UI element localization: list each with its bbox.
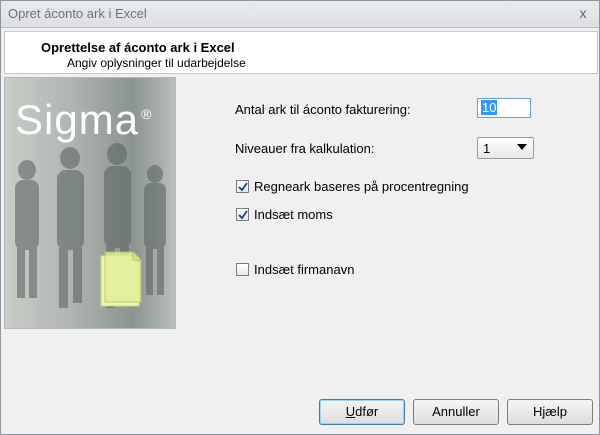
antal-ark-input[interactable]: 10	[477, 98, 531, 118]
header-panel: Oprettelse af áconto ark i Excel Angiv o…	[4, 31, 598, 74]
niveauer-dropdown[interactable]: 1	[477, 137, 534, 159]
checkmark-icon	[238, 182, 248, 192]
niveauer-value: 1	[483, 141, 491, 156]
finish-button[interactable]: Udfør	[319, 399, 405, 425]
sigma-logo: Sigma ®	[15, 96, 153, 143]
dialog-window: Opret áconto ark i Excel x Oprettelse af…	[0, 0, 600, 435]
header-title: Oprettelse af áconto ark i Excel	[41, 40, 235, 55]
help-button[interactable]: Hjælp	[507, 399, 593, 425]
firmanavn-checkbox[interactable]	[236, 263, 249, 276]
moms-checkbox[interactable]	[236, 208, 249, 221]
title-bar[interactable]: Opret áconto ark i Excel x	[1, 1, 599, 28]
sigma-side-image: Sigma ®	[4, 77, 176, 329]
cancel-button[interactable]: Annuller	[413, 399, 499, 425]
moms-label: Indsæt moms	[254, 207, 333, 222]
niveauer-label: Niveauer fra kalkulation:	[235, 141, 375, 156]
antal-ark-label: Antal ark til áconto fakturering:	[235, 102, 411, 117]
antal-ark-value: 10	[481, 100, 498, 115]
close-button[interactable]: x	[575, 4, 591, 22]
checkmark-icon	[238, 210, 248, 220]
header-subtitle: Angiv oplysninger til udarbejdelse	[67, 56, 246, 70]
window-title: Opret áconto ark i Excel	[8, 6, 147, 21]
procentregning-checkbox[interactable]	[236, 180, 249, 193]
procentregning-label: Regneark baseres på procentregning	[254, 179, 469, 194]
chevron-down-icon	[517, 144, 527, 150]
firmanavn-label: Indsæt firmanavn	[254, 262, 355, 277]
document-icon	[100, 251, 142, 307]
